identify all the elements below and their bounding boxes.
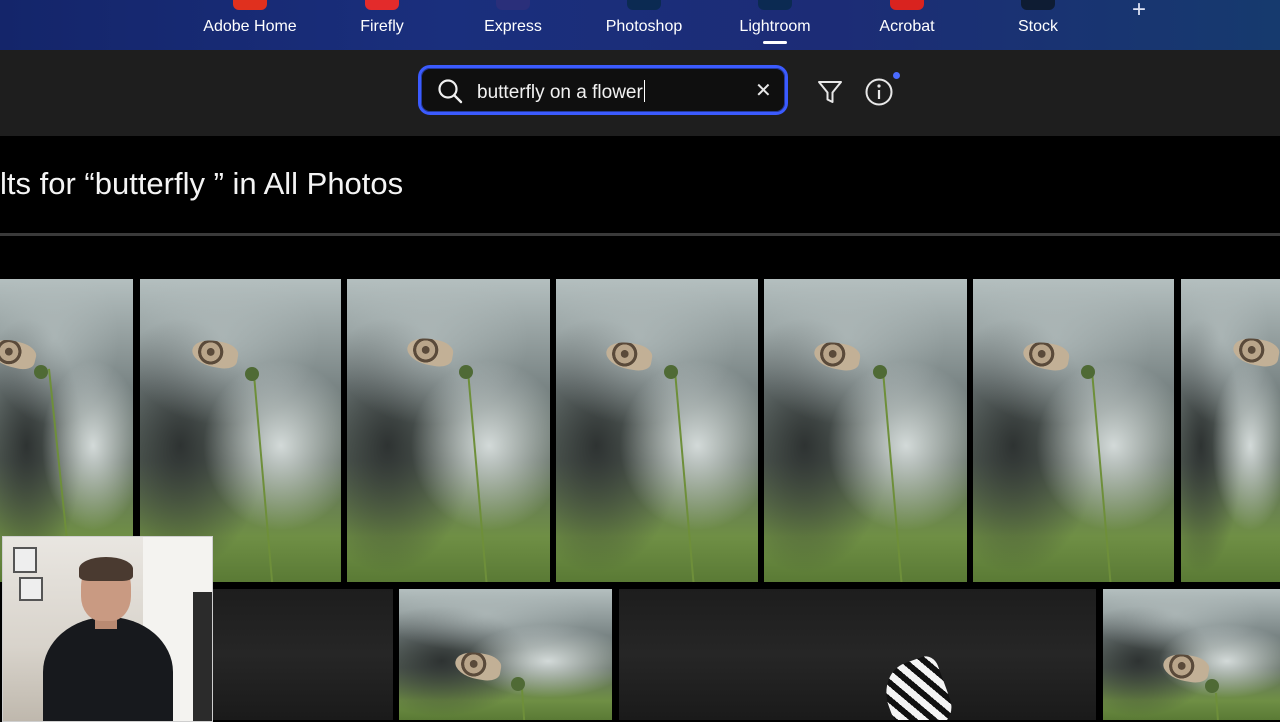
app-tab-photoshop[interactable]: Photoshop <box>584 0 704 50</box>
app-tab-label: Lightroom <box>739 18 811 35</box>
app-tab-label: Photoshop <box>605 18 683 35</box>
active-tab-indicator <box>763 41 787 44</box>
webcam-overlay <box>2 536 213 722</box>
app-tab-label: Stock <box>1017 18 1058 35</box>
presenter-hair <box>79 557 133 581</box>
filter-icon[interactable] <box>816 78 844 106</box>
picture-frame <box>13 547 37 573</box>
photo-thumbnail[interactable] <box>399 589 612 720</box>
firefly-logo-icon <box>365 0 399 10</box>
close-icon[interactable]: ✕ <box>755 78 772 103</box>
lightroom-logo-icon <box>758 0 792 10</box>
app-tab-label: Acrobat <box>879 18 935 35</box>
photo-thumbnail[interactable] <box>1181 279 1280 582</box>
picture-frame <box>19 577 43 601</box>
info-icon[interactable] <box>864 77 894 107</box>
photo-thumbnail[interactable] <box>619 589 1096 720</box>
app-tab-lightroom[interactable]: Lightroom <box>715 0 835 50</box>
app-tab-acrobat[interactable]: Acrobat <box>847 0 967 50</box>
notification-dot <box>893 72 900 79</box>
photo-thumbnail[interactable] <box>764 279 967 582</box>
express-logo-icon <box>496 0 530 10</box>
plus-icon[interactable]: + <box>1128 0 1150 24</box>
shelf <box>193 592 212 721</box>
app-tab-firefly[interactable]: Firefly <box>322 0 442 50</box>
photo-thumbnail[interactable] <box>347 279 550 582</box>
stock-logo-icon <box>1021 0 1055 10</box>
app-tab-label: Firefly <box>360 18 404 35</box>
app-tab-label: Adobe Home <box>203 18 297 35</box>
search-toolbar: butterfly on a flower ✕ <box>0 50 1280 136</box>
adobe-home-logo-icon <box>233 0 267 10</box>
acrobat-logo-icon <box>890 0 924 10</box>
photo-thumbnail[interactable] <box>213 589 393 720</box>
photoshop-logo-icon <box>627 0 661 10</box>
search-input[interactable]: butterfly on a flower <box>477 80 645 104</box>
divider <box>0 233 1280 236</box>
photo-thumbnail[interactable] <box>973 279 1174 582</box>
results-heading: lts for “butterfly ” in All Photos <box>0 166 404 201</box>
search-icon <box>438 79 463 104</box>
app-tab-express[interactable]: Express <box>453 0 573 50</box>
app-tab-adobe-home[interactable]: Adobe Home <box>190 0 310 50</box>
app-tab-label: Express <box>484 18 542 35</box>
photo-thumbnail[interactable] <box>1103 589 1280 720</box>
search-field[interactable]: butterfly on a flower ✕ <box>418 65 788 115</box>
app-tab-stock[interactable]: Stock <box>978 0 1098 50</box>
photo-thumbnail[interactable] <box>556 279 758 582</box>
presenter-body <box>43 617 173 721</box>
app-switcher-bar: Adobe Home Firefly Express Photoshop Lig… <box>0 0 1280 50</box>
